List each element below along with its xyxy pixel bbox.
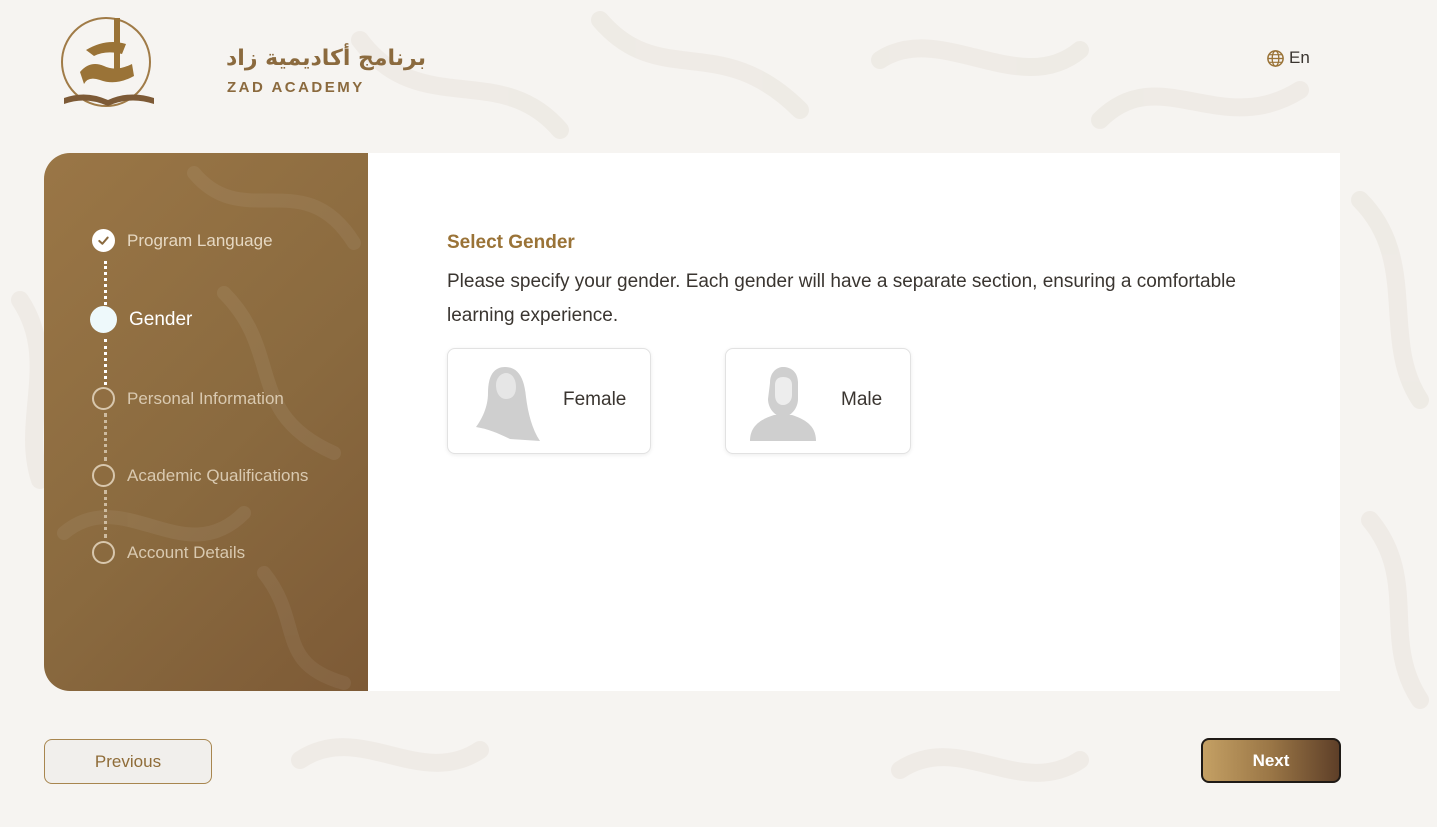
gender-selection-panel: Select Gender Please specify your gender… (368, 153, 1340, 691)
male-avatar-icon (750, 367, 816, 441)
language-label: En (1289, 48, 1310, 67)
step-status-circle (92, 387, 115, 410)
stepper-sidebar: Program Language Gender Personal Informa… (44, 153, 368, 691)
step-connector (104, 339, 107, 385)
step-account-details[interactable]: Account Details (92, 541, 245, 564)
male-option-card[interactable]: Male (725, 348, 911, 454)
male-option-label: Male (841, 389, 883, 410)
zad-academy-logo[interactable]: برنامج أكاديمية زاد ZAD ACADEMY (56, 10, 426, 110)
previous-button[interactable]: Previous (44, 739, 212, 784)
section-title: Select Gender (447, 232, 575, 253)
language-switcher[interactable]: En (1266, 48, 1310, 68)
step-connector (104, 490, 107, 538)
logo-arabic-text: برنامج أكاديمية زاد (226, 46, 426, 71)
step-status-circle (92, 541, 115, 564)
check-icon (98, 236, 109, 245)
logo-emblem-icon (61, 17, 154, 107)
step-program-language[interactable]: Program Language (92, 229, 273, 252)
step-connector (104, 413, 107, 461)
step-label: Personal Information (127, 388, 284, 408)
next-button[interactable]: Next (1201, 738, 1341, 783)
logo-english-text: ZAD ACADEMY (227, 79, 365, 96)
step-status-circle (90, 306, 117, 333)
step-status-circle (92, 229, 115, 252)
globe-icon (1267, 49, 1284, 67)
section-description: Please specify your gender. Each gender … (447, 271, 1236, 326)
female-option-card[interactable]: Female (447, 348, 651, 454)
step-connector (104, 261, 107, 311)
step-academic-qualifications[interactable]: Academic Qualifications (92, 464, 308, 487)
step-gender[interactable]: Gender (90, 306, 193, 333)
step-label: Gender (129, 308, 193, 330)
step-personal-information[interactable]: Personal Information (92, 387, 284, 410)
step-label: Account Details (127, 542, 246, 562)
step-label: Academic Qualifications (127, 465, 309, 485)
female-option-label: Female (563, 389, 627, 410)
step-status-circle (92, 464, 115, 487)
step-label: Program Language (127, 230, 273, 250)
female-avatar-icon (476, 367, 540, 441)
